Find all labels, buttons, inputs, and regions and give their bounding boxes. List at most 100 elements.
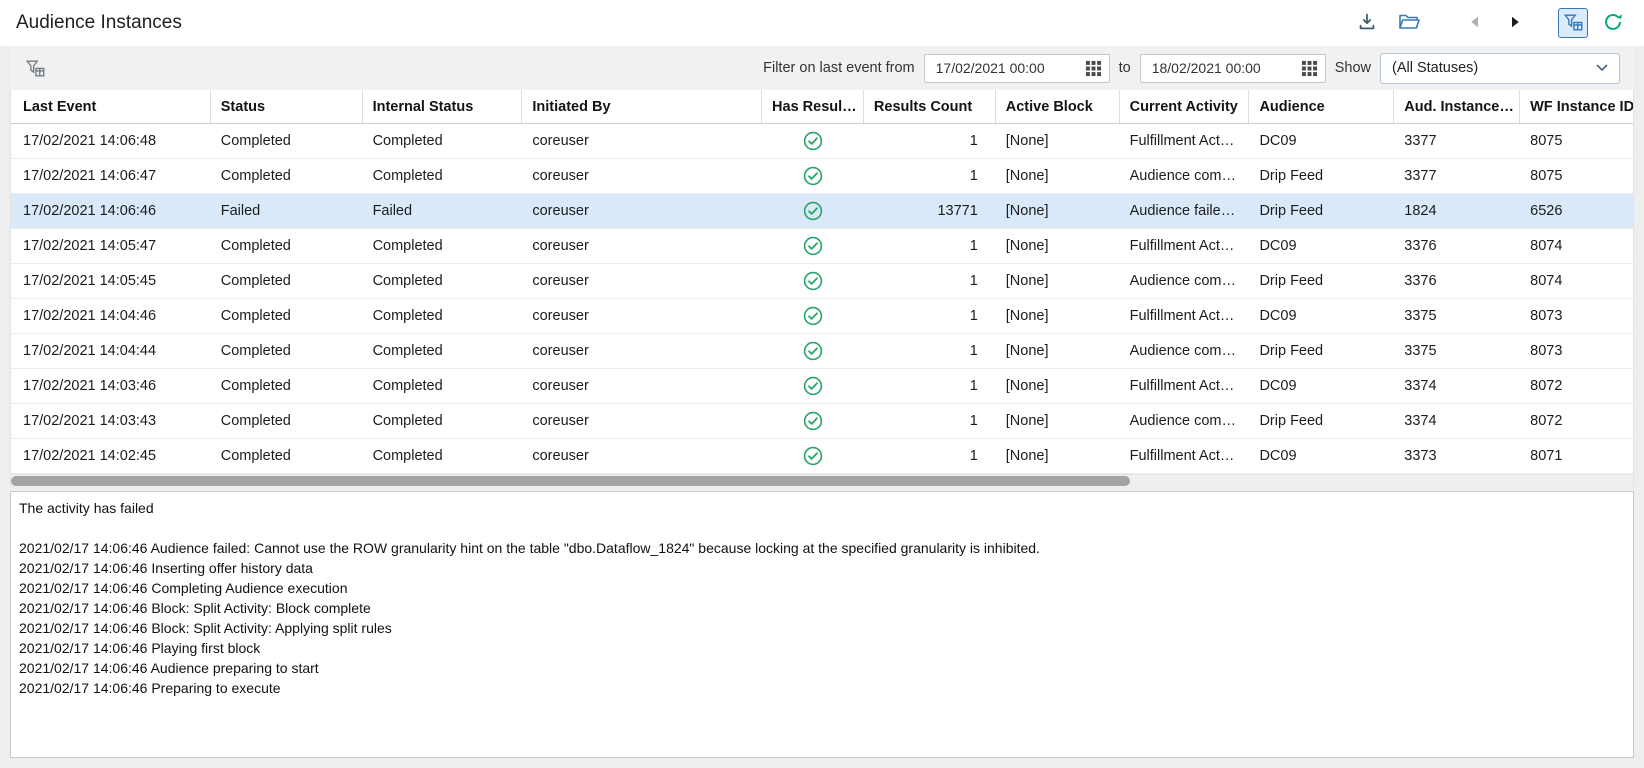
cell: 8072	[1520, 378, 1633, 394]
refresh-button[interactable]	[1598, 8, 1628, 38]
cell: Completed	[211, 448, 363, 464]
has-results-cell	[762, 306, 864, 326]
cell: 3373	[1394, 448, 1520, 464]
table-row[interactable]: 17/02/2021 14:04:44CompletedCompletedcor…	[11, 334, 1633, 369]
table-row[interactable]: 17/02/2021 14:06:48CompletedCompletedcor…	[11, 124, 1633, 159]
table-header-row: Last EventStatusInternal StatusInitiated…	[11, 90, 1633, 124]
next-button[interactable]	[1500, 8, 1530, 38]
cell: Fulfillment Act…	[1120, 133, 1250, 149]
filter-range-label: Filter on last event from	[763, 60, 915, 76]
cell: coreuser	[522, 133, 762, 149]
date-from-field[interactable]	[924, 54, 1110, 83]
cell: Drip Feed	[1249, 203, 1394, 219]
table-row[interactable]: 17/02/2021 14:05:45CompletedCompletedcor…	[11, 264, 1633, 299]
details-line: 2021/02/17 14:06:46 Preparing to execute	[19, 678, 1625, 698]
column-header-3[interactable]: Initiated By	[522, 90, 762, 123]
cell: Completed	[211, 343, 363, 359]
check-circle-icon	[803, 411, 823, 431]
cell: [None]	[996, 378, 1120, 394]
check-circle-icon	[803, 376, 823, 396]
details-line: The activity has failed	[19, 498, 1625, 518]
filter-grid-icon[interactable]	[24, 57, 46, 79]
details-line: 2021/02/17 14:06:46 Block: Split Activit…	[19, 598, 1625, 618]
has-results-cell	[762, 376, 864, 396]
date-to-field[interactable]	[1140, 54, 1326, 83]
table-row[interactable]: 17/02/2021 14:06:47CompletedCompletedcor…	[11, 159, 1633, 194]
calendar-icon[interactable]	[1085, 60, 1102, 77]
date-from-input[interactable]	[934, 59, 1085, 77]
column-header-2[interactable]: Internal Status	[363, 90, 523, 123]
cell: Fulfillment Act…	[1120, 238, 1250, 254]
column-header-9[interactable]: Aud. Instance…	[1394, 90, 1520, 123]
cell: 3375	[1394, 343, 1520, 359]
column-header-8[interactable]: Audience	[1249, 90, 1394, 123]
cell: Completed	[363, 413, 523, 429]
cell: coreuser	[522, 448, 762, 464]
cell: 1	[864, 378, 996, 394]
table-row[interactable]: 17/02/2021 14:04:46CompletedCompletedcor…	[11, 299, 1633, 334]
cell: DC09	[1249, 448, 1394, 464]
table-row[interactable]: 17/02/2021 14:06:46FailedFailedcoreuser1…	[11, 194, 1633, 229]
has-results-cell	[762, 271, 864, 291]
cell: 1	[864, 343, 996, 359]
cell: Drip Feed	[1249, 413, 1394, 429]
column-header-1[interactable]: Status	[211, 90, 363, 123]
download-button[interactable]	[1352, 8, 1382, 38]
cell: [None]	[996, 308, 1120, 324]
column-header-10[interactable]: WF Instance ID	[1520, 90, 1633, 123]
column-header-0[interactable]: Last Event	[11, 90, 211, 123]
cell: 17/02/2021 14:05:47	[11, 238, 211, 254]
cell: 1	[864, 133, 996, 149]
column-header-5[interactable]: Results Count	[864, 90, 996, 123]
cell: 8074	[1520, 273, 1633, 289]
table-row[interactable]: 17/02/2021 14:03:43CompletedCompletedcor…	[11, 404, 1633, 439]
horizontal-scrollbar-thumb[interactable]	[11, 476, 1130, 486]
table-row[interactable]: 17/02/2021 14:02:45CompletedCompletedcor…	[11, 439, 1633, 474]
details-line: 2021/02/17 14:06:46 Playing first block	[19, 638, 1625, 658]
filter-toggle-button[interactable]	[1558, 8, 1588, 38]
has-results-cell	[762, 446, 864, 466]
status-filter-select[interactable]: (All Statuses)	[1380, 53, 1620, 84]
calendar-icon[interactable]	[1301, 60, 1318, 77]
download-icon	[1356, 11, 1378, 36]
date-to-input[interactable]	[1150, 59, 1301, 77]
check-circle-icon	[803, 201, 823, 221]
cell: 3376	[1394, 238, 1520, 254]
has-results-cell	[762, 201, 864, 221]
horizontal-scrollbar[interactable]	[11, 474, 1633, 486]
cell: Fulfillment Act…	[1120, 448, 1250, 464]
has-results-cell	[762, 411, 864, 431]
table-row[interactable]: 17/02/2021 14:05:47CompletedCompletedcor…	[11, 229, 1633, 264]
cell: 17/02/2021 14:04:46	[11, 308, 211, 324]
cell: Fulfillment Act…	[1120, 378, 1250, 394]
column-header-7[interactable]: Current Activity	[1120, 90, 1250, 123]
page-title: Audience Instances	[16, 12, 182, 34]
column-header-6[interactable]: Active Block	[996, 90, 1120, 123]
cell: 1	[864, 308, 996, 324]
cell: [None]	[996, 133, 1120, 149]
cell: 3377	[1394, 168, 1520, 184]
cell: Audience com…	[1120, 343, 1250, 359]
cell: [None]	[996, 413, 1120, 429]
cell: 1	[864, 168, 996, 184]
cell: 13771	[864, 203, 996, 219]
table-row[interactable]: 17/02/2021 14:03:46CompletedCompletedcor…	[11, 369, 1633, 404]
cell: DC09	[1249, 238, 1394, 254]
cell: Completed	[363, 168, 523, 184]
cell: 3375	[1394, 308, 1520, 324]
filter-controls: Filter on last event from to	[763, 53, 1620, 84]
column-header-4[interactable]: Has Resul…	[762, 90, 864, 123]
cell: Drip Feed	[1249, 343, 1394, 359]
previous-button[interactable]	[1460, 8, 1490, 38]
cell: Drip Feed	[1249, 273, 1394, 289]
cell: 17/02/2021 14:04:44	[11, 343, 211, 359]
cell: [None]	[996, 448, 1120, 464]
main-content: Filter on last event from to	[10, 46, 1634, 758]
cell: [None]	[996, 203, 1120, 219]
cell: Completed	[211, 413, 363, 429]
open-folder-button[interactable]	[1394, 8, 1424, 38]
cell: Completed	[363, 448, 523, 464]
cell: 8075	[1520, 133, 1633, 149]
has-results-cell	[762, 131, 864, 151]
has-results-cell	[762, 166, 864, 186]
